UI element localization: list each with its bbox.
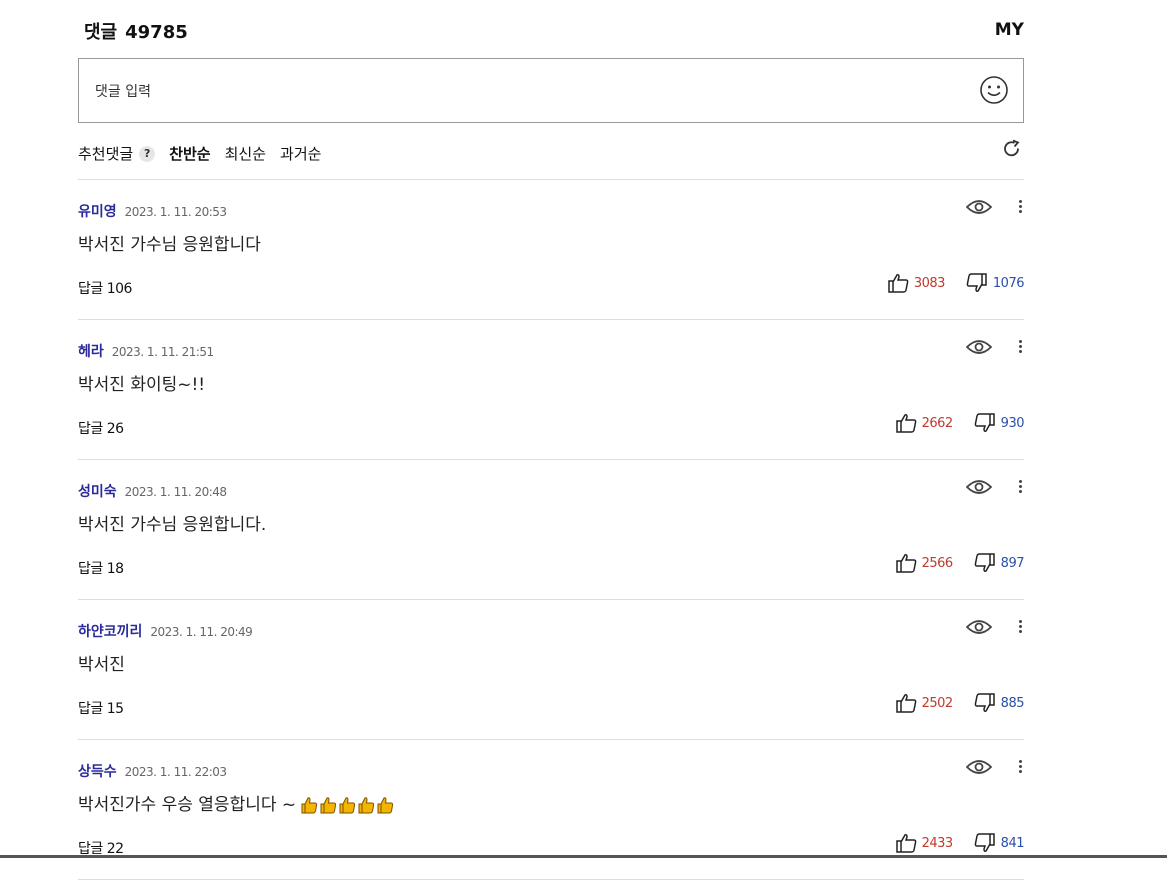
reply-button[interactable]: 답글 15 [78,698,124,718]
thumbs-up-emoji-icon [358,797,375,814]
comment-item: 헤라 2023. 1. 11. 21:51 박서진 화이팅~!! 답글 26 2… [78,320,1025,460]
comment-item: 하얀코끼리 2023. 1. 11. 20:49 박서진 답글 15 2502 … [78,600,1025,740]
thumbs-up-emoji-icon [377,797,394,814]
reply-button[interactable]: 답글 18 [78,558,124,578]
like-count: 2502 [921,695,954,711]
vote-group: 2566 897 [895,553,1025,573]
thumbs-down-icon [974,693,995,712]
like-button[interactable]: 2433 [895,833,954,853]
comment-item: 성미숙 2023. 1. 11. 20:48 박서진 가수님 응원합니다. 답글… [78,460,1025,600]
comment-text: 박서진 [78,655,125,675]
thumbs-up-emoji-icon [339,797,356,814]
eye-icon[interactable] [966,338,992,356]
reply-button[interactable]: 답글 26 [78,418,124,438]
like-button[interactable]: 2502 [895,693,954,713]
thumbs-up-icon [895,694,916,713]
comment-input[interactable] [79,59,977,124]
comment-author[interactable]: 하얀코끼리 [78,621,142,641]
vote-group: 2662 930 [895,413,1025,433]
eye-icon[interactable] [966,618,992,636]
dislike-count: 885 [1000,695,1025,711]
vote-group: 3083 1076 [888,273,1025,293]
sort-option-pros-cons[interactable]: 찬반순 [169,143,210,164]
like-count: 2566 [921,555,954,571]
more-options-icon[interactable] [1016,618,1024,638]
comment-text: 박서진 가수님 응원합니다. [78,515,267,535]
thumbs-up-icon [895,834,916,853]
eye-icon[interactable] [966,198,992,216]
dislike-button[interactable]: 885 [973,693,1025,713]
dislike-button[interactable]: 1076 [965,273,1025,293]
help-icon[interactable]: ? [139,145,156,162]
emoji-icon[interactable] [979,75,1009,105]
comment-count: 49785 [125,22,188,43]
thumbs-up-icon [895,414,916,433]
dislike-count: 841 [1000,835,1025,851]
thumbs-up-icon [888,274,909,293]
more-options-icon[interactable] [1016,198,1024,218]
like-button[interactable]: 3083 [888,273,945,293]
comment-header: 댓글 49785 MY [78,0,1024,58]
comment-author[interactable]: 헤라 [78,341,104,361]
comment-title: 댓글 49785 [84,18,188,44]
like-button[interactable]: 2566 [895,553,954,573]
dislike-count: 930 [1000,415,1025,431]
thumbs-up-icon [895,554,916,573]
comment-text: 박서진 가수님 응원합니다 [78,235,261,255]
like-count: 2433 [921,835,954,851]
like-count: 3083 [913,275,946,291]
thumbs-up-emoji-icon [320,797,337,814]
like-count: 2662 [921,415,954,431]
reply-button[interactable]: 답글 106 [78,278,132,298]
comment-text: 박서진 화이팅~!! [78,375,206,395]
sort-option-oldest[interactable]: 과거순 [280,143,321,164]
dislike-count: 1076 [992,275,1025,291]
comment-date: 2023. 1. 11. 20:48 [124,485,227,499]
refresh-icon[interactable] [1002,139,1022,159]
sort-bar: 추천댓글 ? 찬반순 최신순 과거순 [78,123,1024,180]
comment-title-label: 댓글 [84,22,118,43]
thumbs-up-emoji-group [300,796,394,814]
like-button[interactable]: 2662 [895,413,954,433]
comment-date: 2023. 1. 11. 21:51 [111,345,214,359]
thumbs-up-emoji-icon [301,797,318,814]
dislike-button[interactable]: 930 [973,413,1025,433]
comment-author[interactable]: 상득수 [78,761,117,781]
dislike-count: 897 [1000,555,1025,571]
comment-section: 댓글 49785 MY 추천댓글 ? 찬반순 최신순 과거순 유 [78,0,1025,880]
comment-list: 유미영 2023. 1. 11. 20:53 박서진 가수님 응원합니다 답글 … [78,180,1025,880]
more-options-icon[interactable] [1016,758,1024,778]
recommended-comments-label: 추천댓글 [78,145,134,163]
more-options-icon[interactable] [1016,338,1024,358]
comment-text: 박서진가수 우승 열응합니다 ~ [78,790,394,815]
comment-author[interactable]: 유미영 [78,201,117,221]
comment-text-content: 박서진가수 우승 열응합니다 ~ [78,795,297,815]
thumbs-down-icon [974,833,995,852]
thumbs-down-icon [974,553,995,572]
my-button[interactable]: MY [995,20,1024,40]
comment-date: 2023. 1. 11. 22:03 [124,765,227,779]
comment-input-box[interactable] [78,58,1024,124]
comment-item: 유미영 2023. 1. 11. 20:53 박서진 가수님 응원합니다 답글 … [78,180,1025,320]
comment-item: 상득수 2023. 1. 11. 22:03 박서진가수 우승 열응합니다 ~ … [78,740,1025,880]
comment-date: 2023. 1. 11. 20:53 [124,205,227,219]
vote-group: 2502 885 [895,693,1025,713]
dislike-button[interactable]: 897 [973,553,1025,573]
thumbs-down-icon [966,273,987,292]
vote-group: 2433 841 [895,833,1025,853]
more-options-icon[interactable] [1016,478,1024,498]
thumbs-down-icon [974,413,995,432]
dislike-button[interactable]: 841 [973,833,1025,853]
sort-option-newest[interactable]: 최신순 [225,143,266,164]
eye-icon[interactable] [966,478,992,496]
comment-date: 2023. 1. 11. 20:49 [150,625,253,639]
comment-author[interactable]: 성미숙 [78,481,117,501]
eye-icon[interactable] [966,758,992,776]
